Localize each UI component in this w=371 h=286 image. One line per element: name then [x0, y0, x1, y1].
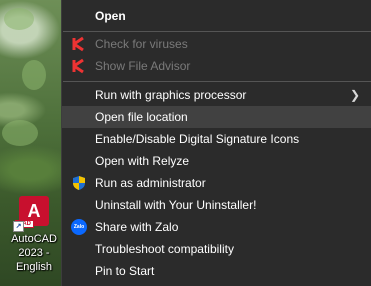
menu-item-label: Run as administrator	[95, 176, 206, 190]
menu-item-share-zalo[interactable]: Zalo Share with Zalo	[62, 216, 371, 238]
wallpaper-foliage	[4, 8, 34, 30]
menu-item-uninstall[interactable]: Uninstall with Your Uninstaller!	[62, 194, 371, 216]
shortcut-label-line: English	[15, 261, 53, 273]
shortcut-label: AutoCAD 2023 - English	[6, 232, 62, 274]
menu-item-label: Show File Advisor	[95, 59, 191, 73]
menu-item-label: Check for viruses	[95, 37, 188, 51]
menu-item-label: Pin to Start	[95, 264, 155, 278]
menu-item-check-viruses[interactable]: Check for viruses	[62, 33, 371, 55]
shortcut-label-line: AutoCAD	[11, 233, 57, 245]
menu-item-run-graphics[interactable]: Run with graphics processor ❯	[62, 84, 371, 106]
menu-item-open-relyze[interactable]: Open with Relyze	[62, 150, 371, 172]
kaspersky-icon	[72, 36, 86, 52]
menu-item-run-admin[interactable]: Run as administrator	[62, 172, 371, 194]
menu-item-label: Enable/Disable Digital Signature Icons	[95, 132, 300, 146]
context-menu: Open Check for viruses Show File Advisor…	[61, 0, 371, 286]
menu-separator	[63, 31, 371, 32]
menu-separator	[63, 81, 371, 82]
menu-item-label: Uninstall with Your Uninstaller!	[95, 198, 257, 212]
chevron-right-icon: ❯	[349, 88, 360, 102]
wallpaper-foliage	[2, 120, 38, 146]
menu-item-open-location[interactable]: Open file location	[62, 106, 371, 128]
menu-item-label: Share with Zalo	[95, 220, 179, 234]
autocad-desktop-shortcut[interactable]: A CAD ↗ AutoCAD 2023 - English	[6, 196, 62, 274]
menu-item-digital-signature[interactable]: Enable/Disable Digital Signature Icons	[62, 128, 371, 150]
autocad-app-icon: A CAD ↗	[13, 196, 49, 232]
wallpaper-foliage	[22, 60, 46, 90]
app-icon-letter: A	[27, 200, 41, 221]
menu-item-label: Open	[95, 9, 126, 23]
uac-shield-icon	[73, 176, 85, 190]
menu-item-troubleshoot[interactable]: Troubleshoot compatibility	[62, 238, 371, 260]
menu-item-open[interactable]: Open	[62, 5, 371, 27]
shortcut-arrow-icon: ↗	[13, 221, 24, 232]
menu-item-label: Open file location	[95, 110, 188, 124]
menu-item-label: Open with Relyze	[95, 154, 190, 168]
zalo-icon: Zalo	[71, 219, 87, 235]
menu-item-pin-start[interactable]: Pin to Start	[62, 260, 371, 282]
kaspersky-icon	[72, 58, 86, 74]
menu-item-file-advisor[interactable]: Show File Advisor	[62, 55, 371, 77]
shortcut-label-line: 2023 -	[18, 247, 50, 259]
menu-item-label: Troubleshoot compatibility	[95, 242, 234, 256]
menu-item-label: Run with graphics processor	[95, 88, 247, 102]
